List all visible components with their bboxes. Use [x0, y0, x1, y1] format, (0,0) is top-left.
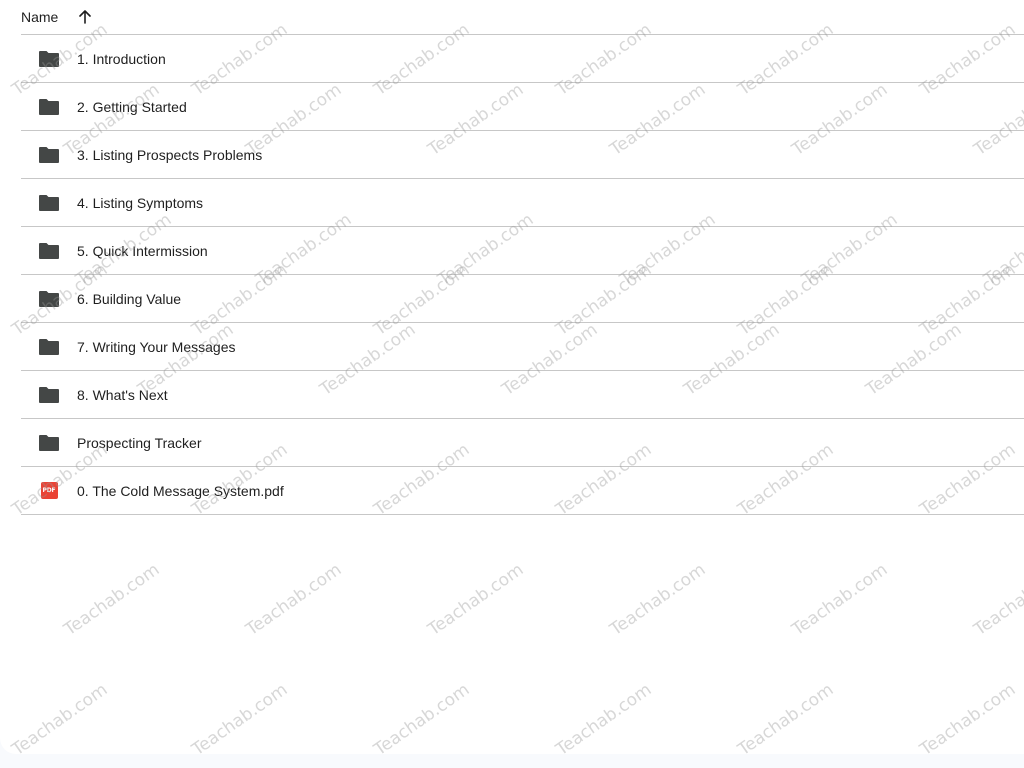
folder-row[interactable]: 7. Writing Your Messages	[21, 323, 1024, 371]
name-column-header[interactable]: Name	[21, 9, 58, 25]
folder-row[interactable]: 8. What's Next	[21, 371, 1024, 419]
folder-row[interactable]: Prospecting Tracker	[21, 419, 1024, 467]
pdf-icon: PDF	[38, 480, 60, 502]
arrow-up-icon[interactable]	[75, 7, 95, 27]
file-row[interactable]: PDF 0. The Cold Message System.pdf	[21, 467, 1024, 515]
row-label: 0. The Cold Message System.pdf	[77, 482, 284, 499]
folder-row[interactable]: 6. Building Value	[21, 275, 1024, 323]
folder-icon	[38, 384, 60, 406]
folder-icon	[38, 48, 60, 70]
file-list-panel: Name 1. Introduction 2. Getting Started 3.…	[0, 0, 1024, 754]
folder-icon	[38, 192, 60, 214]
row-label: 3. Listing Prospects Problems	[77, 146, 263, 163]
folder-icon	[38, 432, 60, 454]
row-label: 4. Listing Symptoms	[77, 194, 204, 211]
row-label: 7. Writing Your Messages	[77, 338, 236, 355]
row-label: 5. Quick Intermission	[77, 242, 208, 259]
folder-icon	[38, 336, 60, 358]
folder-icon	[38, 96, 60, 118]
row-label: 2. Getting Started	[77, 98, 187, 115]
row-label: 8. What's Next	[77, 386, 168, 403]
folder-icon	[38, 240, 60, 262]
folder-row[interactable]: 4. Listing Symptoms	[21, 179, 1024, 227]
row-label: Prospecting Tracker	[77, 434, 202, 451]
row-label: 6. Building Value	[77, 290, 182, 307]
folder-row[interactable]: 2. Getting Started	[21, 83, 1024, 131]
folder-icon	[38, 288, 60, 310]
folder-row[interactable]: 5. Quick Intermission	[21, 227, 1024, 275]
row-label: 1. Introduction	[77, 50, 166, 67]
pdf-badge: PDF	[40, 482, 58, 499]
folder-row[interactable]: 3. Listing Prospects Problems	[21, 131, 1024, 179]
folder-row[interactable]: 1. Introduction	[21, 35, 1024, 83]
file-list: 1. Introduction 2. Getting Started 3. List…	[21, 34, 1024, 515]
folder-icon	[38, 144, 60, 166]
list-header: Name	[21, 0, 1024, 34]
